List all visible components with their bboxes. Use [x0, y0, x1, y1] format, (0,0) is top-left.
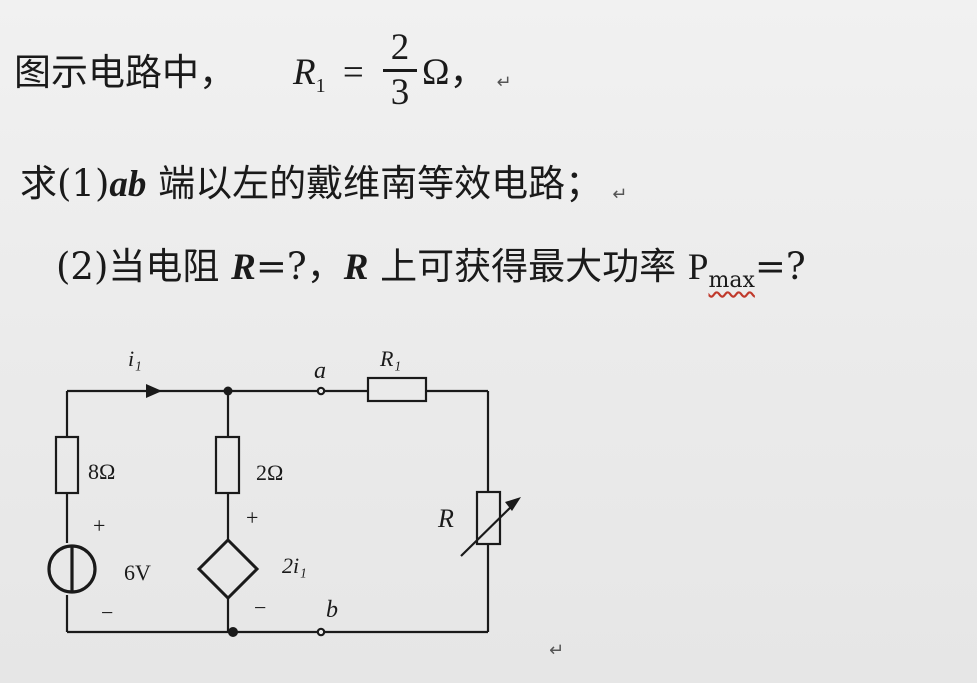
minus-mid-label: − — [254, 595, 266, 620]
r1-label: R₁ — [379, 346, 401, 371]
resistor-2ohm — [214, 435, 241, 495]
node-b-label: b — [326, 597, 338, 623]
document-page: 图示电路中， R1 = 2 3 Ω， ↵ 求(1)ab 端以左的戴维南等效电路； ↵… — [0, 0, 977, 683]
variable-arrowhead-icon — [505, 497, 521, 511]
resistor-8ohm — [54, 435, 80, 495]
source-voltage-label: 6V — [124, 560, 151, 585]
plus-left-label: + — [93, 513, 105, 538]
dependent-source-label: 2i₁ — [282, 553, 307, 578]
resistor-r1 — [366, 376, 428, 403]
resistor-8-label: 8Ω — [88, 459, 115, 484]
dependent-voltage-source — [196, 537, 260, 601]
junction-top — [223, 386, 233, 396]
terminal-a — [316, 386, 326, 396]
circuit-diagram: i₁ a b R₁ R 8Ω 2Ω 6V 2i₁ + − + − — [47, 346, 521, 637]
return-mark-circuit: ↵ — [549, 640, 565, 661]
plus-mid-label: + — [246, 505, 258, 530]
minus-left-label: − — [101, 600, 113, 625]
current-arrow-icon — [146, 384, 162, 398]
junction-bottom — [228, 627, 238, 637]
terminal-b — [316, 627, 326, 637]
current-label: i₁ — [128, 346, 142, 371]
r-label: R — [437, 504, 454, 533]
node-a-label: a — [314, 358, 326, 384]
resistor-2-label: 2Ω — [256, 460, 283, 485]
